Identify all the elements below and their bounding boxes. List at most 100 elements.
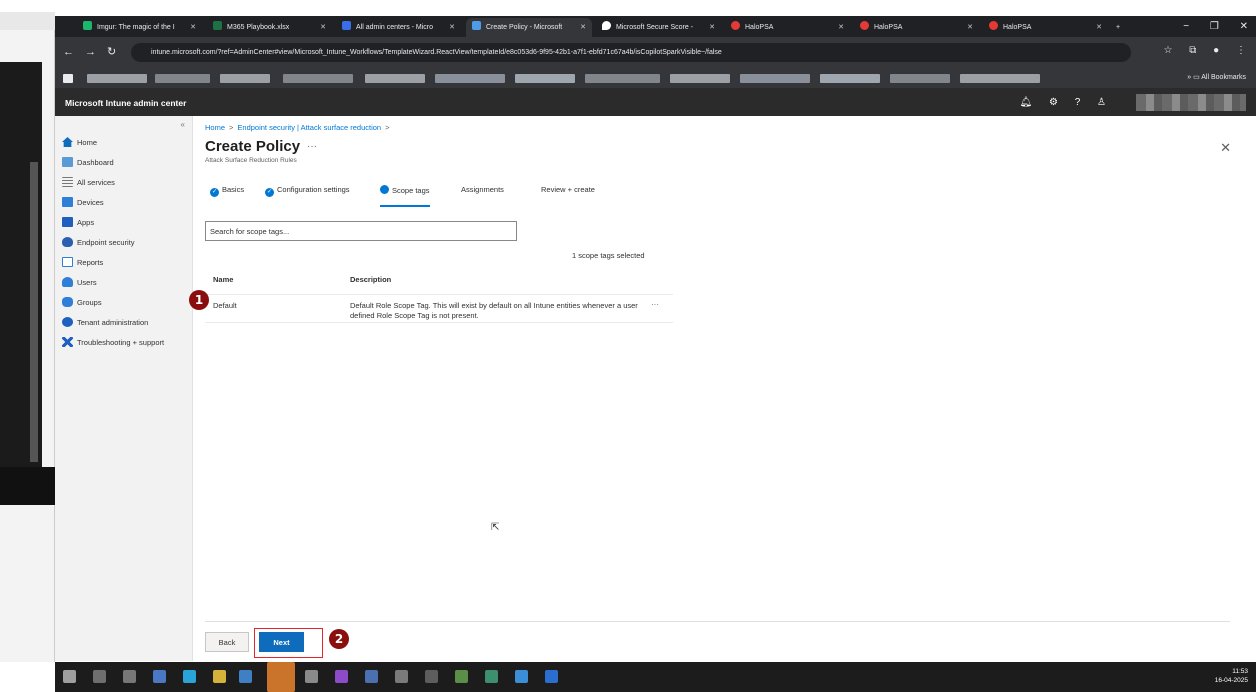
tab-close-icon[interactable]: ✕ (967, 18, 973, 37)
help-icon[interactable]: ? (1075, 97, 1081, 108)
sidebar-item-reports[interactable]: Reports (62, 256, 103, 270)
tab-close-icon[interactable]: ✕ (838, 18, 844, 37)
sidebar-item-devices[interactable]: Devices (62, 196, 104, 210)
sidebar-item-tenant-administration[interactable]: Tenant administration (62, 316, 148, 330)
bookmark-item[interactable] (585, 74, 660, 83)
row-more-options-icon[interactable]: ··· (651, 300, 659, 309)
taskbar-app-icon[interactable] (305, 670, 318, 683)
sidebar-item-groups[interactable]: Groups (62, 296, 102, 310)
folder-icon[interactable] (213, 670, 226, 683)
taskbar-app-icon[interactable] (515, 670, 528, 683)
close-icon[interactable]: ✕ (1240, 21, 1248, 32)
bookmark-item[interactable] (740, 74, 810, 83)
breadcrumb-home[interactable]: Home (205, 123, 225, 132)
maximize-icon[interactable]: ❐ (1210, 21, 1219, 32)
sidebar-item-apps[interactable]: Apps (62, 216, 94, 230)
tab-assignments[interactable]: Assignments (461, 185, 504, 207)
reload-icon[interactable]: ↻ (107, 46, 116, 58)
minimize-icon[interactable]: − (1183, 21, 1189, 32)
bookmark-item[interactable] (155, 74, 210, 83)
bookmark-item[interactable] (63, 74, 73, 83)
back-arrow-icon[interactable]: ← (63, 46, 74, 58)
extensions-icon[interactable]: ⧉ (1189, 45, 1196, 56)
sidebar-item-dashboard[interactable]: Dashboard (62, 156, 114, 170)
forward-arrow-icon[interactable]: → (85, 46, 96, 58)
all-bookmarks[interactable]: » ▭ All Bookmarks (1187, 73, 1246, 81)
portal-title[interactable]: Microsoft Intune admin center (65, 98, 186, 108)
taskbar-app-icon[interactable] (153, 670, 166, 683)
taskbar-app-icon[interactable] (239, 670, 252, 683)
browser-tab[interactable]: HaloPSA ✕ (725, 18, 850, 37)
taskbar-app-icon[interactable] (455, 670, 468, 683)
groups-icon (62, 297, 73, 307)
toolbar-actions: ☆ ⧉ ● ⋮ (1150, 45, 1247, 56)
system-clock[interactable]: 11:53 16-04-2025 (1215, 667, 1248, 685)
sidebar-item-users[interactable]: Users (62, 276, 97, 290)
taskbar-app-icon[interactable] (335, 670, 348, 683)
taskbar-app-icon[interactable] (365, 670, 378, 683)
bookmark-item[interactable] (670, 74, 730, 83)
scope-tags-search-input[interactable] (205, 221, 517, 241)
tab-review-create[interactable]: Review + create (541, 185, 595, 207)
account-info-redacted[interactable] (1136, 94, 1246, 111)
taskview-icon[interactable] (123, 670, 136, 683)
tab-scope-tags[interactable]: Scope tags (380, 185, 430, 207)
tab-close-icon[interactable]: ✕ (1096, 18, 1102, 37)
tab-close-icon[interactable]: ✕ (190, 18, 196, 37)
taskbar-app-icon[interactable] (183, 670, 196, 683)
tab-close-icon[interactable]: ✕ (449, 18, 455, 37)
bookmark-item[interactable] (515, 74, 575, 83)
taskbar-app-icon[interactable] (545, 670, 558, 683)
next-button[interactable]: Next (259, 632, 304, 652)
bookmark-item[interactable] (820, 74, 880, 83)
sidebar-item-troubleshooting[interactable]: Troubleshooting + support (62, 336, 164, 350)
bookmark-item[interactable] (220, 74, 270, 83)
browser-tab[interactable]: All admin centers - Micro ✕ (336, 18, 461, 37)
bookmark-item[interactable] (960, 74, 1040, 83)
reports-icon (62, 257, 73, 267)
bookmark-star-icon[interactable]: ☆ (1164, 45, 1173, 56)
taskbar-app-icon[interactable] (485, 670, 498, 683)
clock-date: 16-04-2025 (1214, 677, 1248, 684)
taskbar-app-icon[interactable] (425, 670, 438, 683)
start-icon[interactable] (63, 670, 76, 683)
close-icon[interactable]: ✕ (1220, 140, 1231, 156)
breadcrumb-separator: > (385, 123, 390, 132)
search-icon[interactable] (93, 670, 106, 683)
browser-tab[interactable]: HaloPSA ✕ (854, 18, 979, 37)
tab-close-icon[interactable]: ✕ (709, 18, 715, 37)
taskbar-app-active-icon[interactable] (267, 662, 295, 692)
new-tab-button[interactable]: + (1112, 18, 1132, 37)
browser-tab-active[interactable]: Create Policy - Microsoft ✕ (466, 18, 592, 37)
breadcrumb-endpoint-security[interactable]: Endpoint security | Attack surface reduc… (237, 123, 381, 132)
tab-close-icon[interactable]: ✕ (320, 18, 326, 37)
bookmark-item[interactable] (283, 74, 353, 83)
taskbar-app-icon[interactable] (395, 670, 408, 683)
column-header-name[interactable]: Name (213, 275, 233, 284)
bookmark-item[interactable] (890, 74, 950, 83)
sidebar-item-all-services[interactable]: All services (62, 176, 115, 190)
bookmark-item[interactable] (87, 74, 147, 83)
browser-tab[interactable]: Microsoft Secure Score - ✕ (596, 18, 721, 37)
back-button[interactable]: Back (205, 632, 249, 652)
sidebar-item-endpoint-security[interactable]: Endpoint security (62, 236, 135, 250)
feedback-icon[interactable]: ♙ (1097, 97, 1106, 108)
notification-bell-icon[interactable]: 🔔︎ (1019, 97, 1032, 108)
browser-tab[interactable]: M365 Playbook.xlsx ✕ (207, 18, 332, 37)
tab-basics[interactable]: ✓ Basics (210, 185, 244, 207)
tab-configuration-settings[interactable]: ✓ Configuration settings (265, 185, 350, 207)
bookmark-item[interactable] (365, 74, 425, 83)
browser-tab[interactable]: HaloPSA ✕ (983, 18, 1108, 37)
profile-icon[interactable]: ● (1213, 45, 1219, 56)
tab-close-icon[interactable]: ✕ (580, 18, 586, 37)
sidebar-item-home[interactable]: Home (62, 136, 97, 150)
column-header-description[interactable]: Description (350, 275, 391, 284)
more-options-icon[interactable]: ··· (307, 141, 317, 152)
menu-icon[interactable]: ⋮ (1236, 45, 1246, 56)
browser-tab[interactable]: Imgur: The magic of the I ✕ (77, 18, 202, 37)
settings-gear-icon[interactable]: ⚙ (1049, 97, 1058, 108)
collapse-sidebar-icon[interactable]: « (181, 120, 185, 129)
bookmark-item[interactable] (435, 74, 505, 83)
address-bar[interactable]: intune.microsoft.com/?ref=AdminCenter#vi… (131, 43, 1131, 62)
table-row[interactable]: Default Default Role Scope Tag. This wil… (205, 295, 673, 323)
